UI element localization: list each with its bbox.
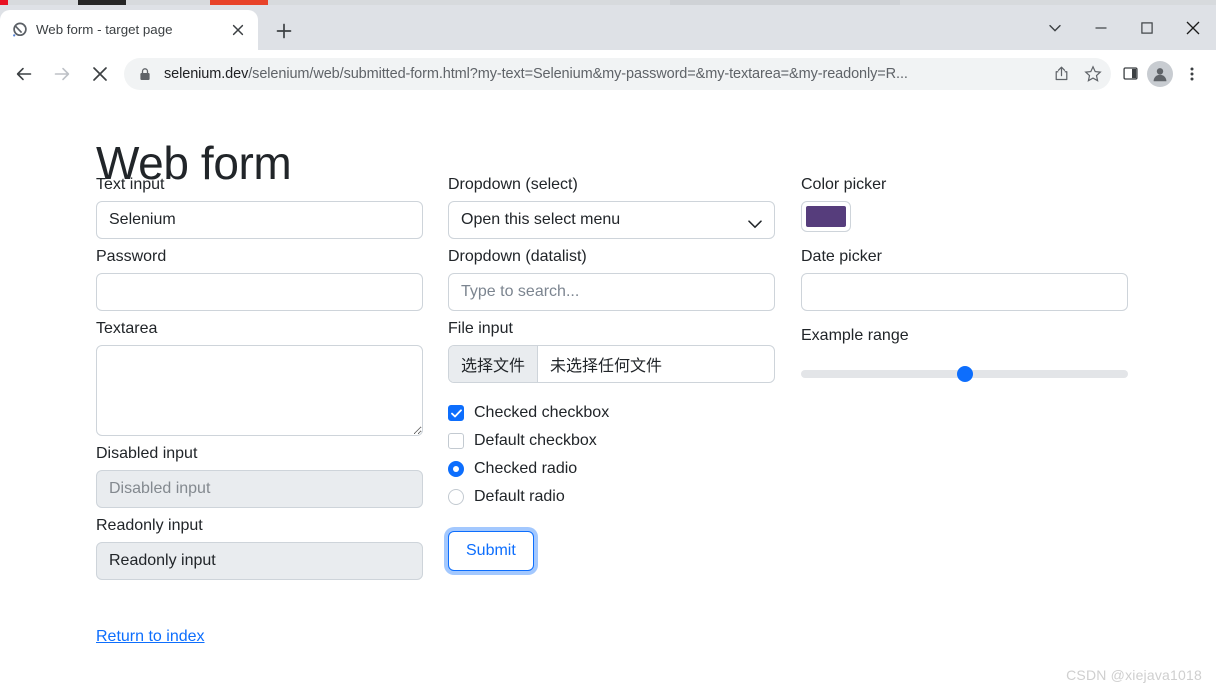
browser-window: Web form - target page	[0, 5, 1216, 694]
page-viewport: Web form Text input Password Textarea Di…	[0, 97, 1216, 694]
lock-icon[interactable]	[138, 67, 152, 81]
field-color-picker: Color picker	[801, 173, 1128, 232]
checkbox-checked[interactable]	[448, 405, 464, 421]
field-disabled-input: Disabled input	[96, 442, 423, 508]
file-input[interactable]: 选择文件 未选择任何文件	[448, 345, 775, 383]
radio-checked[interactable]	[448, 461, 464, 477]
three-dot-menu-icon[interactable]	[1177, 59, 1207, 89]
selenium-logo-icon	[12, 22, 28, 38]
tab-search-button[interactable]	[1032, 5, 1078, 50]
field-range: Example range	[801, 324, 1128, 385]
url-text: selenium.dev/selenium/web/submitted-form…	[164, 66, 1047, 82]
field-text-input: Text input	[96, 173, 423, 239]
text-input[interactable]	[96, 201, 423, 239]
form-column-left: Text input Password Textarea Disabled in…	[96, 173, 423, 586]
file-status-text: 未选择任何文件	[538, 346, 674, 382]
forward-arrow-icon[interactable]	[46, 58, 78, 90]
label-date-picker: Date picker	[801, 245, 1128, 269]
label-color-picker: Color picker	[801, 173, 1128, 197]
field-password: Password	[96, 245, 423, 311]
url-host: selenium.dev	[164, 66, 248, 82]
date-picker-input[interactable]	[801, 273, 1128, 311]
radio-checked-label: Checked radio	[474, 458, 577, 480]
dropdown-select[interactable]: Open this select menu	[448, 201, 775, 239]
label-example-range: Example range	[801, 324, 1128, 348]
browser-toolbar: selenium.dev/selenium/web/submitted-form…	[0, 50, 1216, 97]
submit-button[interactable]: Submit	[448, 531, 534, 571]
address-bar[interactable]: selenium.dev/selenium/web/submitted-form…	[124, 58, 1111, 90]
url-path: /selenium/web/submitted-form.html?my-tex…	[248, 66, 908, 82]
label-text-input: Text input	[96, 173, 423, 197]
field-dropdown-datalist: Dropdown (datalist)	[448, 245, 775, 311]
titlebar-controls	[1032, 5, 1216, 50]
readonly-input[interactable]	[96, 542, 423, 580]
share-icon[interactable]	[1047, 60, 1075, 88]
browser-tab[interactable]: Web form - target page	[0, 10, 258, 50]
disabled-input	[96, 470, 423, 508]
maximize-button[interactable]	[1124, 5, 1170, 50]
checkbox-radio-group: Checked checkbox Default checkbox Checke…	[448, 399, 775, 511]
radio-default-row[interactable]: Default radio	[448, 483, 775, 511]
minimize-button[interactable]	[1078, 5, 1124, 50]
stop-loading-icon[interactable]	[84, 58, 116, 90]
side-panel-icon[interactable]	[1115, 59, 1145, 89]
field-readonly-input: Readonly input	[96, 514, 423, 580]
watermark-text: CSDN @xiejava1018	[1066, 666, 1202, 684]
checkbox-checked-row[interactable]: Checked checkbox	[448, 399, 775, 427]
back-arrow-icon[interactable]	[8, 58, 40, 90]
range-slider[interactable]	[801, 363, 1128, 385]
label-textarea: Textarea	[96, 317, 423, 341]
range-thumb[interactable]	[957, 366, 973, 382]
radio-checked-row[interactable]: Checked radio	[448, 455, 775, 483]
new-tab-button[interactable]	[270, 17, 298, 45]
label-disabled-input: Disabled input	[96, 442, 423, 466]
return-to-index-link[interactable]: Return to index	[96, 626, 205, 648]
choose-file-button[interactable]: 选择文件	[449, 346, 538, 382]
close-window-button[interactable]	[1170, 5, 1216, 50]
tab-title: Web form - target page	[36, 21, 220, 39]
label-password: Password	[96, 245, 423, 269]
field-dropdown-select: Dropdown (select) Open this select menu	[448, 173, 775, 239]
color-swatch-fill	[806, 206, 846, 227]
label-readonly-input: Readonly input	[96, 514, 423, 538]
radio-default[interactable]	[448, 489, 464, 505]
dropdown-datalist-input[interactable]	[448, 273, 775, 311]
textarea-input[interactable]	[96, 345, 423, 436]
submit-row: Submit	[448, 531, 775, 571]
checkbox-checked-label: Checked checkbox	[474, 402, 609, 424]
checkbox-default-row[interactable]: Default checkbox	[448, 427, 775, 455]
tab-strip: Web form - target page	[0, 5, 1216, 50]
label-dropdown-datalist: Dropdown (datalist)	[448, 245, 775, 269]
radio-default-label: Default radio	[474, 486, 565, 508]
field-date-picker: Date picker	[801, 245, 1128, 311]
checkbox-default[interactable]	[448, 433, 464, 449]
form-column-right: Color picker Date picker Example range	[801, 173, 1128, 385]
color-picker-input[interactable]	[801, 201, 851, 232]
checkbox-default-label: Default checkbox	[474, 430, 597, 452]
label-dropdown-select: Dropdown (select)	[448, 173, 775, 197]
label-file-input: File input	[448, 317, 775, 341]
profile-avatar-icon[interactable]	[1147, 61, 1173, 87]
field-textarea: Textarea	[96, 317, 423, 436]
password-input[interactable]	[96, 273, 423, 311]
form-column-middle: Dropdown (select) Open this select menu …	[448, 173, 775, 571]
close-icon[interactable]	[230, 22, 246, 38]
field-file-input: File input 选择文件 未选择任何文件	[448, 317, 775, 383]
bookmark-star-icon[interactable]	[1079, 60, 1107, 88]
